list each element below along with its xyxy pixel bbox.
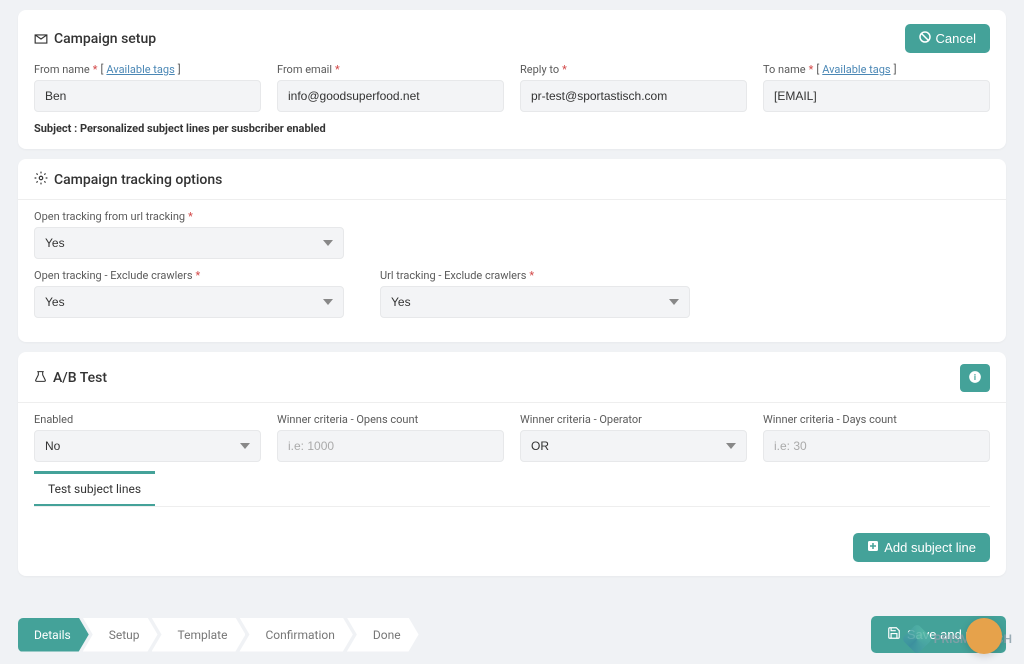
campaign-setup-header: Campaign setup Cancel (34, 24, 990, 53)
abtest-operator-label: Winner criteria - Operator (520, 413, 747, 426)
abtest-icon (34, 370, 47, 387)
abtest-title: A/B Test (34, 370, 107, 387)
from-name-label: From name * [Available tags] (34, 63, 261, 76)
to-name-input[interactable] (763, 80, 990, 112)
tab-test-subject-lines[interactable]: Test subject lines (34, 471, 155, 506)
tracking-row2: Open tracking - Exclude crawlers * Yes U… (34, 269, 990, 318)
subject-line: Subject : Personalized subject lines per… (34, 122, 990, 135)
abtest-operator-field: Winner criteria - Operator OR (520, 413, 747, 462)
campaign-fields-row: From name * [Available tags] From email … (34, 63, 990, 112)
step-setup[interactable]: Setup (83, 618, 158, 652)
abtest-fields-row: Enabled No Winner criteria - Opens count… (34, 413, 990, 462)
plus-icon (867, 540, 879, 555)
reply-to-input[interactable] (520, 80, 747, 112)
abtest-opens-label: Winner criteria - Opens count (277, 413, 504, 426)
abtest-info-button[interactable]: i (960, 364, 990, 392)
to-name-available-tags-link[interactable]: Available tags (822, 63, 890, 76)
open-exclude-select[interactable]: Yes (34, 286, 344, 318)
abtest-days-label: Winner criteria - Days count (763, 413, 990, 426)
open-from-url-select[interactable]: Yes (34, 227, 344, 259)
envelope-icon (34, 32, 48, 46)
open-exclude-field: Open tracking - Exclude crawlers * Yes (34, 269, 344, 318)
url-exclude-label: Url tracking - Exclude crawlers * (380, 269, 690, 282)
cancel-button[interactable]: Cancel (905, 24, 990, 53)
wizard-footer: Details Setup Template Confirmation Done… (18, 616, 1006, 653)
abtest-enabled-select[interactable]: No (34, 430, 261, 462)
campaign-setup-panel: Campaign setup Cancel From name * [Avail… (18, 10, 1006, 149)
step-done[interactable]: Done (347, 618, 419, 652)
url-exclude-field: Url tracking - Exclude crawlers * Yes (380, 269, 690, 318)
open-exclude-label: Open tracking - Exclude crawlers * (34, 269, 344, 282)
tracking-panel: Campaign tracking options Open tracking … (18, 159, 1006, 342)
reply-to-field: Reply to * (520, 63, 747, 112)
from-name-input[interactable] (34, 80, 261, 112)
wizard-steps: Details Setup Template Confirmation Done (18, 618, 419, 652)
campaign-setup-title-text: Campaign setup (54, 31, 156, 47)
abtest-panel: A/B Test i Enabled No Winner criteria - … (18, 352, 1006, 576)
chat-widget-button[interactable] (966, 618, 1002, 654)
cancel-label: Cancel (936, 31, 976, 46)
info-icon: i (968, 370, 982, 387)
tracking-title: Campaign tracking options (18, 171, 1006, 200)
cancel-icon (919, 31, 931, 46)
add-subject-line-label: Add subject line (884, 540, 976, 555)
abtest-enabled-field: Enabled No (34, 413, 261, 462)
save-icon (887, 626, 901, 643)
abtest-tabs: Test subject lines (34, 472, 990, 507)
from-email-field: From email * (277, 63, 504, 112)
open-from-url-label: Open tracking from url tracking * (34, 210, 990, 223)
reply-to-label: Reply to * (520, 63, 747, 76)
step-details[interactable]: Details (18, 618, 89, 652)
from-name-available-tags-link[interactable]: Available tags (106, 63, 174, 76)
from-email-input[interactable] (277, 80, 504, 112)
abtest-opens-field: Winner criteria - Opens count (277, 413, 504, 462)
to-name-field: To name * [Available tags] (763, 63, 990, 112)
to-name-label: To name * [Available tags] (763, 63, 990, 76)
abtest-header: A/B Test i (18, 364, 1006, 403)
url-exclude-select[interactable]: Yes (380, 286, 690, 318)
from-email-label: From email * (277, 63, 504, 76)
step-template[interactable]: Template (152, 618, 246, 652)
abtest-days-input[interactable] (763, 430, 990, 462)
step-confirmation[interactable]: Confirmation (239, 618, 352, 652)
abtest-opens-input[interactable] (277, 430, 504, 462)
abtest-operator-select[interactable]: OR (520, 430, 747, 462)
abtest-enabled-label: Enabled (34, 413, 261, 426)
from-name-field: From name * [Available tags] (34, 63, 261, 112)
abtest-days-field: Winner criteria - Days count (763, 413, 990, 462)
add-subject-line-button[interactable]: Add subject line (853, 533, 990, 562)
svg-text:i: i (974, 371, 976, 381)
gear-icon (34, 171, 48, 189)
campaign-setup-title: Campaign setup (34, 31, 156, 47)
add-subject-row: Add subject line (34, 507, 990, 562)
open-from-url-field: Open tracking from url tracking * Yes (34, 210, 990, 259)
